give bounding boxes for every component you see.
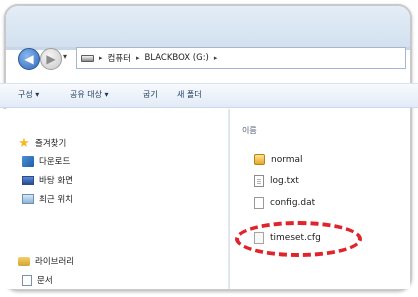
library-icon [18, 256, 30, 266]
nav-item-label: 라이브러리 [35, 257, 75, 267]
file-item-timeset[interactable]: timeset.cfg [254, 232, 321, 244]
forward-button[interactable]: ▶ [40, 48, 62, 70]
nav-item-favorites[interactable]: ★ 즐겨찾기 [18, 135, 67, 151]
desktop-icon [22, 175, 34, 185]
file-name: config.dat [270, 198, 316, 208]
nav-item-documents[interactable]: 문서 [22, 274, 53, 286]
download-icon [22, 155, 34, 167]
nav-item-recent[interactable]: 최근 위치 [22, 193, 73, 205]
nav-item-desktop[interactable]: 바탕 화면 [22, 174, 73, 186]
recent-icon [22, 194, 34, 204]
drive-icon [81, 54, 94, 62]
star-icon: ★ [18, 135, 30, 151]
document-icon [22, 274, 32, 286]
nav-item-label: 문서 [37, 276, 53, 286]
nav-item-libraries[interactable]: 라이브러리 [18, 255, 74, 267]
burn-button[interactable]: 굽기 [143, 89, 158, 100]
breadcrumb-separator-icon: ▸ [135, 54, 140, 62]
share-menu[interactable]: 공유 대상 ▾ [70, 89, 109, 100]
organize-menu[interactable]: 구성 ▾ [18, 89, 39, 100]
new-folder-button[interactable]: 새 폴더 [177, 89, 202, 100]
file-name: timeset.cfg [270, 233, 321, 243]
nav-item-downloads[interactable]: 다운로드 [22, 155, 70, 167]
folder-icon [254, 154, 265, 165]
nav-item-label: 즐겨찾기 [35, 139, 67, 149]
breadcrumb-separator-icon: ▸ [99, 54, 103, 62]
window-chrome [6, 6, 410, 47]
nav-item-label: 바탕 화면 [39, 176, 73, 186]
file-item-normal[interactable]: normal [254, 154, 303, 165]
breadcrumb-computer[interactable]: 컴퓨터 [108, 52, 131, 64]
address-bar[interactable]: ▸ 컴퓨터 ▸ BLACKBOX (G:) ▸ [76, 47, 406, 69]
file-item-config[interactable]: config.dat [254, 197, 315, 209]
nav-item-label: 최근 위치 [39, 195, 73, 205]
config-file-icon [254, 232, 264, 244]
file-name: normal [271, 154, 303, 165]
data-file-icon [254, 197, 264, 209]
breadcrumb-blackbox[interactable]: BLACKBOX (G:) [145, 53, 209, 63]
file-item-log[interactable]: log.txt [254, 175, 299, 187]
text-file-icon [254, 175, 264, 187]
nav-item-label: 다운로드 [39, 157, 71, 167]
file-name: log.txt [270, 176, 299, 186]
column-header-name[interactable]: 이름 [242, 125, 257, 136]
command-toolbar [0, 83, 418, 108]
history-dropdown-icon[interactable]: ▾ [63, 52, 67, 61]
back-button[interactable]: ◀ [18, 48, 40, 70]
breadcrumb-separator-icon: ▸ [213, 54, 218, 62]
